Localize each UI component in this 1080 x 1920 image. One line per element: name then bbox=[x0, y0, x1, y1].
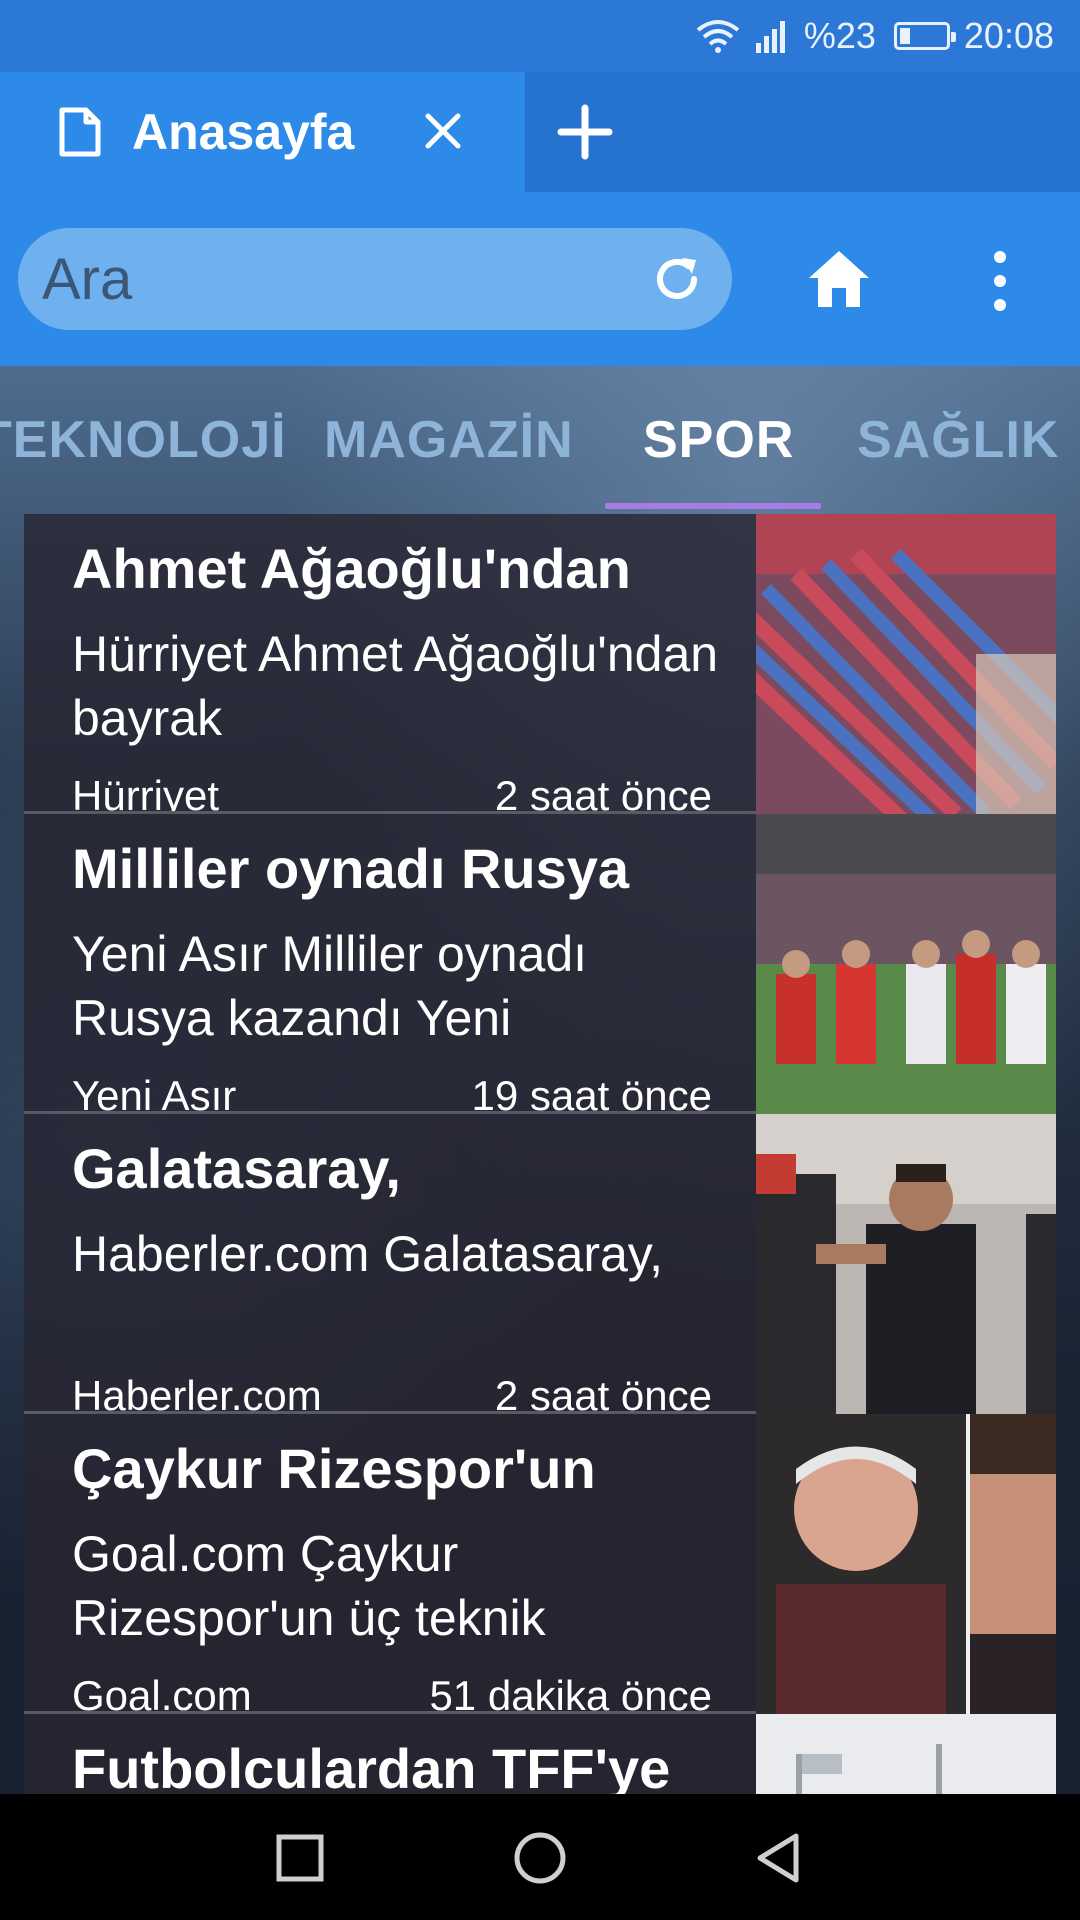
news-source: Haberler.com bbox=[72, 1372, 322, 1414]
news-card[interactable]: Futbolculardan TFF'ye bbox=[24, 1714, 1056, 1794]
category-tab-magazin[interactable]: MAGAZİN bbox=[324, 410, 574, 470]
news-time: 2 saat önce bbox=[494, 772, 712, 814]
close-icon[interactable] bbox=[418, 106, 468, 156]
news-headline: Galatasaray, bbox=[72, 1137, 401, 1200]
news-card-text: Futbolculardan TFF'ye bbox=[24, 1714, 756, 1794]
signal-icon bbox=[754, 19, 790, 53]
news-thumbnail bbox=[756, 1414, 1056, 1714]
battery-percent: %23 bbox=[803, 15, 876, 56]
news-card-text: Galatasaray, Haberler.com Galatasaray, H… bbox=[24, 1114, 756, 1414]
plus-icon[interactable] bbox=[553, 100, 617, 164]
news-headline: Milliler oynadı Rusya bbox=[72, 837, 630, 900]
news-card-text: Ahmet Ağaoğlu'ndan Hürriyet Ahmet Ağaoğl… bbox=[24, 514, 756, 814]
news-card-text: Milliler oynadı Rusya Yeni Asır Milliler… bbox=[24, 814, 756, 1114]
news-card[interactable]: Ahmet Ağaoğlu'ndan Hürriyet Ahmet Ağaoğl… bbox=[24, 514, 1056, 814]
news-thumbnail bbox=[756, 1114, 1056, 1414]
news-summary: Yeni Asır Milliler oynadı Rusya kazandı … bbox=[72, 926, 588, 1046]
news-list: Ahmet Ağaoğlu'ndan Hürriyet Ahmet Ağaoğl… bbox=[24, 514, 1056, 1794]
news-thumbnail bbox=[756, 814, 1056, 1114]
news-source: Hürriyet bbox=[72, 772, 220, 814]
news-headline: Ahmet Ağaoğlu'ndan bbox=[72, 537, 631, 600]
more-vert-icon[interactable] bbox=[985, 248, 1015, 314]
category-tab-spor[interactable]: SPOR bbox=[643, 410, 794, 470]
news-time: 19 saat önce bbox=[471, 1072, 712, 1114]
recents-square-icon[interactable] bbox=[272, 1830, 328, 1886]
system-nav-bar bbox=[0, 1794, 1080, 1920]
category-bar: TEKNOLOJİ MAGAZİN SPOR SAĞLIK bbox=[0, 366, 1080, 510]
news-summary: Goal.com Çaykur Rizespor'un üç teknik bbox=[72, 1526, 546, 1646]
news-thumbnail bbox=[756, 1714, 1056, 1794]
back-triangle-icon[interactable] bbox=[752, 1830, 808, 1886]
news-card-text: Çaykur Rizespor'un Goal.com Çaykur Rizes… bbox=[24, 1414, 756, 1714]
status-bar: %23 20:08 bbox=[0, 0, 1080, 72]
clock: 20:08 bbox=[963, 15, 1054, 56]
tab-strip: Anasayfa bbox=[0, 72, 1080, 192]
battery-icon bbox=[893, 22, 956, 50]
tab-title: Anasayfa bbox=[132, 104, 355, 160]
toolbar bbox=[0, 192, 1080, 366]
news-headline: Futbolculardan TFF'ye bbox=[72, 1737, 671, 1794]
search-bar[interactable] bbox=[18, 228, 732, 330]
news-card[interactable]: Çaykur Rizespor'un Goal.com Çaykur Rizes… bbox=[24, 1414, 1056, 1714]
home-circle-icon[interactable] bbox=[512, 1830, 568, 1886]
news-card[interactable]: Milliler oynadı Rusya Yeni Asır Milliler… bbox=[24, 814, 1056, 1114]
news-summary: Hürriyet Ahmet Ağaoğlu'ndan bayrak bbox=[72, 626, 719, 746]
news-headline: Çaykur Rizespor'un bbox=[72, 1437, 596, 1500]
news-time: 2 saat önce bbox=[494, 1372, 712, 1414]
news-time: 51 dakika önce bbox=[429, 1672, 712, 1714]
page-icon bbox=[59, 107, 101, 157]
wifi-icon bbox=[696, 18, 740, 54]
content-area: TEKNOLOJİ MAGAZİN SPOR SAĞLIK Ahmet Ağao… bbox=[0, 366, 1080, 1794]
news-thumbnail bbox=[756, 514, 1056, 814]
active-category-indicator bbox=[605, 503, 821, 509]
news-summary: Haberler.com Galatasaray, bbox=[72, 1226, 663, 1282]
home-icon[interactable] bbox=[806, 248, 872, 310]
category-tab-saglik[interactable]: SAĞLIK bbox=[857, 410, 1059, 470]
news-card[interactable]: Galatasaray, Haberler.com Galatasaray, H… bbox=[24, 1114, 1056, 1414]
reload-icon[interactable] bbox=[650, 252, 704, 306]
category-tab-teknoloji[interactable]: TEKNOLOJİ bbox=[0, 410, 287, 470]
search-input[interactable] bbox=[42, 245, 602, 313]
news-source: Goal.com bbox=[72, 1672, 252, 1714]
news-source: Yeni Asır bbox=[72, 1072, 237, 1114]
